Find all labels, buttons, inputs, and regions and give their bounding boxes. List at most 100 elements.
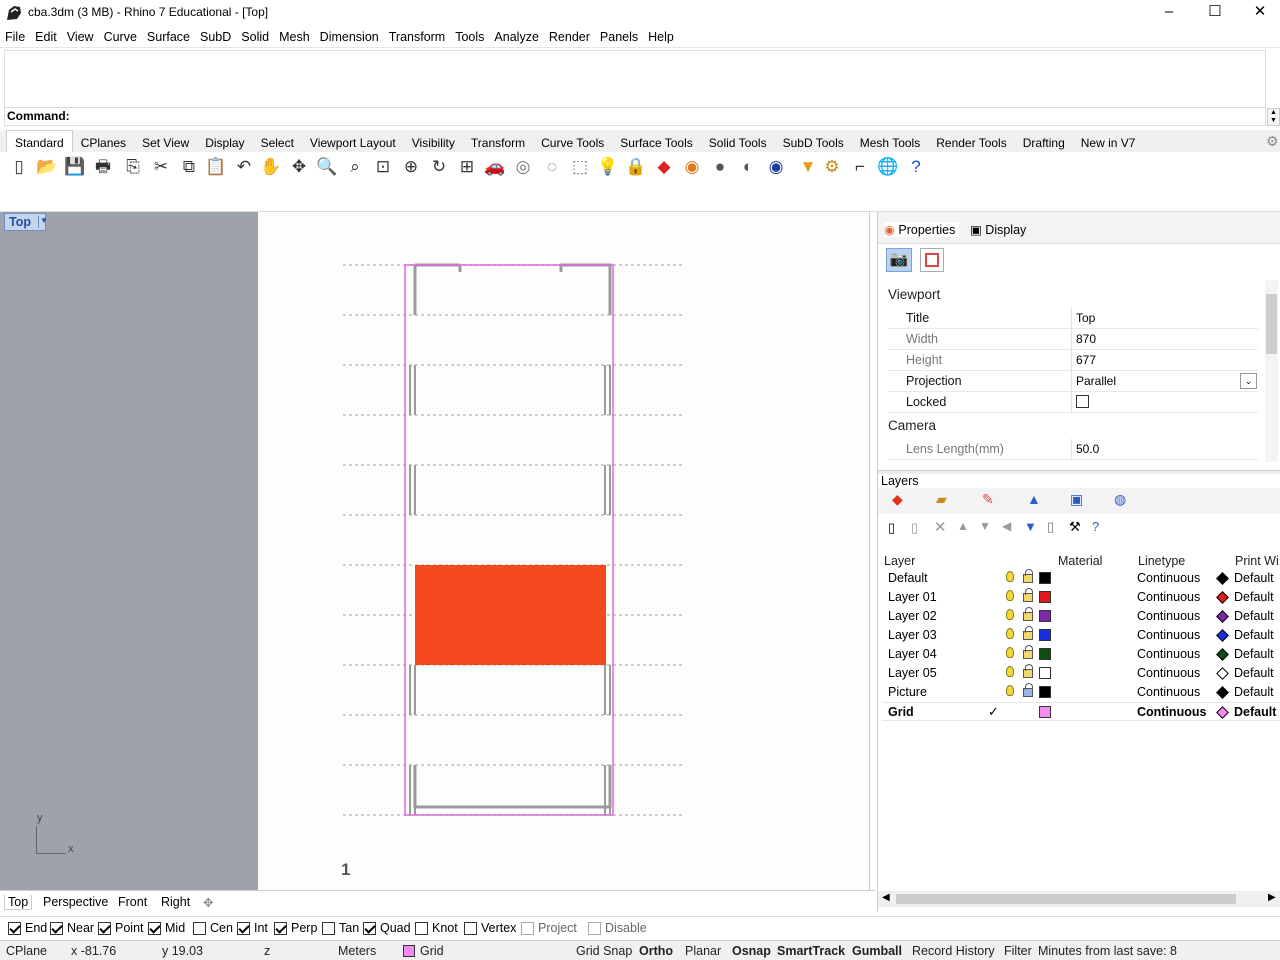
- tab-mesh-tools[interactable]: Mesh Tools: [852, 131, 928, 153]
- status-planar[interactable]: Planar: [685, 944, 721, 958]
- picture-drawing[interactable]: [258, 212, 870, 890]
- layer-linetype[interactable]: Continuous: [1137, 590, 1200, 604]
- command-scroll[interactable]: ▲ ▼: [1267, 108, 1280, 126]
- layer-linetype[interactable]: Continuous: [1137, 666, 1200, 680]
- rotate-view-icon[interactable]: ✥: [288, 156, 310, 178]
- layer-icon[interactable]: ◆: [653, 156, 675, 178]
- command-line[interactable]: Command:: [4, 108, 1266, 126]
- move-up-icon[interactable]: ▲: [957, 519, 969, 533]
- status-gumball[interactable]: Gumball: [852, 944, 902, 958]
- viewport-background[interactable]: [0, 212, 258, 890]
- lightbulb-icon[interactable]: [1006, 685, 1014, 696]
- layer-row[interactable]: Layer 02 Continuous Default: [882, 607, 1280, 626]
- gear-icon[interactable]: ⚙: [821, 156, 843, 178]
- layer-row[interactable]: Layer 01 Continuous Default: [882, 588, 1280, 607]
- osnap-checkbox[interactable]: [588, 921, 601, 935]
- properties-scrollbar[interactable]: [1265, 280, 1278, 462]
- bell-icon[interactable]: ▲: [1027, 491, 1041, 507]
- page-icon[interactable]: ▯: [1047, 519, 1054, 535]
- layer-name[interactable]: Layer 03: [888, 628, 937, 642]
- menu-panels[interactable]: Panels: [595, 26, 643, 48]
- prop-lens-field[interactable]: 50.0: [1071, 439, 1258, 459]
- layer-row[interactable]: Layer 03 Continuous Default: [882, 626, 1280, 645]
- osnap-mid[interactable]: Mid: [148, 921, 185, 935]
- lock-closed-icon[interactable]: [1023, 683, 1033, 697]
- print-color-diamond-icon[interactable]: [1216, 648, 1229, 661]
- prop-width-field[interactable]: 870: [1071, 329, 1258, 349]
- light-icon[interactable]: 💡: [597, 156, 619, 178]
- print-color-diamond-icon[interactable]: [1216, 686, 1229, 699]
- cut-icon[interactable]: ✂: [150, 156, 172, 178]
- status-osnap[interactable]: Osnap: [732, 944, 771, 958]
- four-viewports-icon[interactable]: ⊞: [456, 156, 478, 178]
- lightbulb-icon[interactable]: [1006, 571, 1014, 582]
- layers-scroll-thumb[interactable]: [896, 894, 1236, 904]
- open-icon[interactable]: 📂: [36, 156, 58, 178]
- osnap-perp[interactable]: Perp: [274, 921, 317, 935]
- col-material[interactable]: Material: [1058, 554, 1102, 568]
- layer-name[interactable]: Layer 04: [888, 647, 937, 661]
- tab-cplanes[interactable]: CPlanes: [73, 131, 134, 153]
- menu-transform[interactable]: Transform: [384, 26, 451, 48]
- layer-print-width[interactable]: Default: [1234, 685, 1274, 699]
- layer-linetype[interactable]: Continuous: [1137, 705, 1206, 719]
- lock-open-icon[interactable]: [1023, 664, 1033, 678]
- status-layer[interactable]: Grid: [420, 944, 444, 958]
- vp-tab-right[interactable]: Right: [161, 895, 190, 909]
- osnap-int[interactable]: Int: [237, 921, 268, 935]
- object-snap-icon[interactable]: ◎: [512, 156, 534, 178]
- lock-open-icon[interactable]: [1023, 569, 1033, 583]
- osnap-tan[interactable]: Tan: [322, 921, 359, 935]
- layer-print-width[interactable]: Default: [1234, 647, 1274, 661]
- prop-title-field[interactable]: Top: [1071, 308, 1258, 328]
- filter-icon[interactable]: ▼: [797, 156, 819, 178]
- menu-view[interactable]: View: [62, 26, 99, 48]
- lightbulb-icon[interactable]: [1006, 647, 1014, 658]
- osnap-cen[interactable]: Cen: [193, 921, 233, 935]
- blue-sphere-icon[interactable]: ◉: [765, 156, 787, 178]
- toolbar-settings-icon[interactable]: ⚙: [1266, 133, 1279, 150]
- camera-icon[interactable]: 📷: [886, 248, 912, 272]
- layer-name[interactable]: Grid: [888, 705, 914, 719]
- layer-name[interactable]: Picture: [888, 685, 927, 699]
- menu-tools[interactable]: Tools: [450, 26, 489, 48]
- layer-print-width[interactable]: Default: [1234, 571, 1274, 585]
- layer-print-width[interactable]: Default: [1234, 590, 1274, 604]
- zoom-extents-icon[interactable]: ⊡: [372, 156, 394, 178]
- layer-row[interactable]: Default Continuous Default: [882, 569, 1280, 588]
- osnap-checkbox[interactable]: [98, 921, 111, 935]
- status-ortho[interactable]: Ortho: [639, 944, 673, 958]
- menu-solid[interactable]: Solid: [236, 26, 274, 48]
- layer-color-swatch[interactable]: [1039, 648, 1051, 660]
- maximize-button[interactable]: ☐: [1192, 0, 1238, 26]
- status-cplane[interactable]: CPlane: [6, 944, 47, 958]
- print-color-diamond-icon[interactable]: [1216, 629, 1229, 642]
- lock-open-icon[interactable]: [1023, 645, 1033, 659]
- menu-help[interactable]: Help: [643, 26, 679, 48]
- status-filter[interactable]: Filter: [1004, 944, 1032, 958]
- layer-linetype[interactable]: Continuous: [1137, 628, 1200, 642]
- menu-surface[interactable]: Surface: [142, 26, 195, 48]
- menu-dimension[interactable]: Dimension: [315, 26, 384, 48]
- tab-display[interactable]: Display: [197, 131, 252, 153]
- new-layer-icon[interactable]: ▯: [888, 520, 895, 536]
- copy-icon[interactable]: ⧉: [178, 156, 200, 178]
- save-icon[interactable]: 💾: [64, 156, 86, 178]
- tab-viewport-layout[interactable]: Viewport Layout: [302, 131, 404, 153]
- layer-linetype[interactable]: Continuous: [1137, 685, 1200, 699]
- layers-icon[interactable]: ◆: [892, 491, 903, 508]
- osnap-checkbox[interactable]: [8, 921, 21, 935]
- tab-new-in-v7[interactable]: New in V7: [1073, 131, 1144, 153]
- print-color-diamond-icon[interactable]: [1216, 610, 1229, 623]
- col-layer[interactable]: Layer: [884, 554, 915, 568]
- menu-subd[interactable]: SubD: [195, 26, 236, 48]
- tab-curve-tools[interactable]: Curve Tools: [533, 131, 612, 153]
- layer-print-width[interactable]: Default: [1234, 628, 1274, 642]
- lightbulb-icon[interactable]: [1006, 666, 1014, 677]
- menu-edit[interactable]: Edit: [30, 26, 62, 48]
- tab-drafting[interactable]: Drafting: [1015, 131, 1073, 153]
- command-history[interactable]: [4, 50, 1266, 108]
- delete-layer-icon[interactable]: ✕: [934, 518, 947, 536]
- layer-name[interactable]: Layer 05: [888, 666, 937, 680]
- folder-icon[interactable]: ▰: [936, 491, 947, 508]
